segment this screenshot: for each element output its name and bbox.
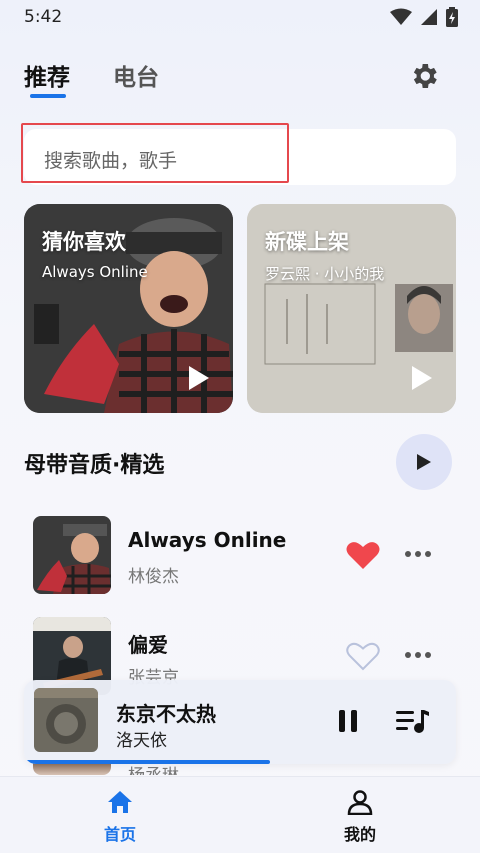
- song-row[interactable]: Always Online 林俊杰: [0, 516, 480, 606]
- person-icon: [347, 790, 373, 815]
- section-title: 母带音质·精选: [24, 453, 165, 478]
- song-cover-image: [33, 516, 111, 594]
- search-highlight-frame: [21, 123, 289, 183]
- mini-player[interactable]: 东京不太热 洛天依: [24, 680, 456, 764]
- card-title: 猜你喜欢: [42, 230, 126, 254]
- nav-label: 首页: [103, 825, 136, 844]
- nav-mine[interactable]: 我的: [320, 789, 400, 845]
- nav-label: 我的: [343, 825, 376, 844]
- status-time: 5:42: [24, 7, 63, 27]
- play-icon[interactable]: [187, 365, 211, 391]
- play-icon: [417, 454, 431, 470]
- player-title: 东京不太热: [116, 702, 216, 726]
- card-subtitle: 罗云熙 · 小小的我: [265, 265, 385, 283]
- playback-progress[interactable]: [24, 760, 456, 764]
- guess-you-like-card[interactable]: 猜你喜欢 Always Online: [24, 204, 233, 413]
- status-icons: [390, 7, 458, 27]
- card-subtitle: Always Online: [42, 263, 148, 281]
- status-bar: 5:42: [0, 0, 480, 34]
- play-all-button[interactable]: [396, 434, 452, 490]
- pause-icon[interactable]: [336, 708, 360, 734]
- home-icon: [108, 791, 132, 813]
- more-icon[interactable]: [404, 650, 432, 660]
- song-title: 偏爱: [128, 633, 168, 657]
- heart-filled-icon[interactable]: [346, 540, 380, 570]
- song-title: Always Online: [128, 528, 287, 552]
- song-artist: 林俊杰: [128, 567, 179, 587]
- progress-fill: [24, 760, 271, 764]
- signal-icon: [421, 9, 437, 25]
- nav-home[interactable]: 首页: [80, 789, 160, 845]
- wifi-icon: [390, 8, 412, 25]
- card-title: 新碟上架: [265, 230, 349, 254]
- top-tab-bar: 推荐 电台: [0, 52, 480, 102]
- gear-icon[interactable]: [408, 60, 440, 92]
- player-cover-image: [34, 688, 98, 752]
- active-tab-indicator: [30, 94, 66, 98]
- play-icon[interactable]: [410, 365, 434, 391]
- bottom-nav: 首页 我的: [0, 776, 480, 853]
- heart-outline-icon[interactable]: [346, 641, 380, 671]
- tab-radio[interactable]: 电台: [113, 58, 159, 92]
- playlist-icon[interactable]: [396, 708, 430, 734]
- new-album-card[interactable]: 新碟上架 罗云熙 · 小小的我: [247, 204, 456, 413]
- battery-icon: [446, 7, 458, 27]
- player-artist: 洛天依: [116, 731, 167, 751]
- tab-recommend[interactable]: 推荐: [24, 58, 70, 92]
- song-cover-image: [33, 763, 111, 775]
- more-icon[interactable]: [404, 549, 432, 559]
